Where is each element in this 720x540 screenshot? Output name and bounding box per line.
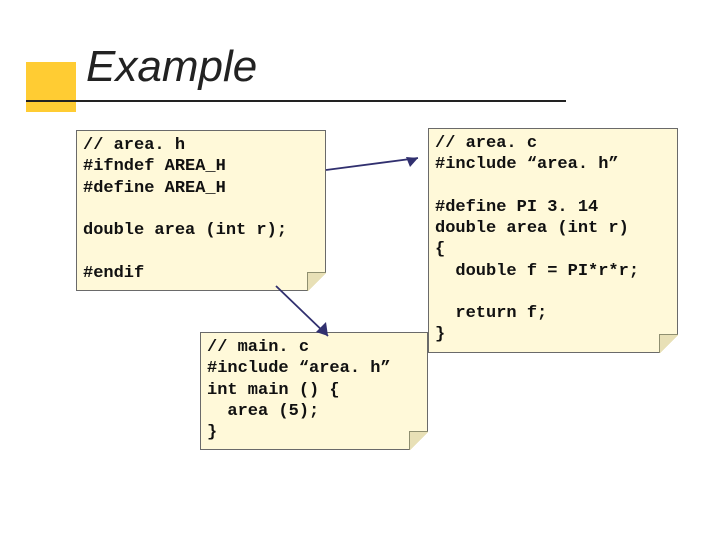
code-box-main: // main. c #include “area. h” int main (… bbox=[200, 332, 428, 450]
code-impl: // area. c #include “area. h” #define PI… bbox=[435, 133, 669, 346]
arrow-head-top bbox=[406, 157, 418, 167]
arrow-line-top bbox=[326, 158, 418, 170]
arrow-line-bottom bbox=[276, 286, 328, 336]
code-header: // area. h #ifndef AREA_H #define AREA_H… bbox=[83, 135, 317, 284]
code-main: // main. c #include “area. h” int main (… bbox=[207, 337, 419, 443]
code-box-impl: // area. c #include “area. h” #define PI… bbox=[428, 128, 678, 353]
page-title: Example bbox=[86, 42, 257, 92]
code-box-header: // area. h #ifndef AREA_H #define AREA_H… bbox=[76, 130, 326, 291]
accent-square bbox=[26, 62, 76, 112]
title-underline bbox=[26, 100, 566, 102]
title-block: Example bbox=[86, 42, 257, 96]
